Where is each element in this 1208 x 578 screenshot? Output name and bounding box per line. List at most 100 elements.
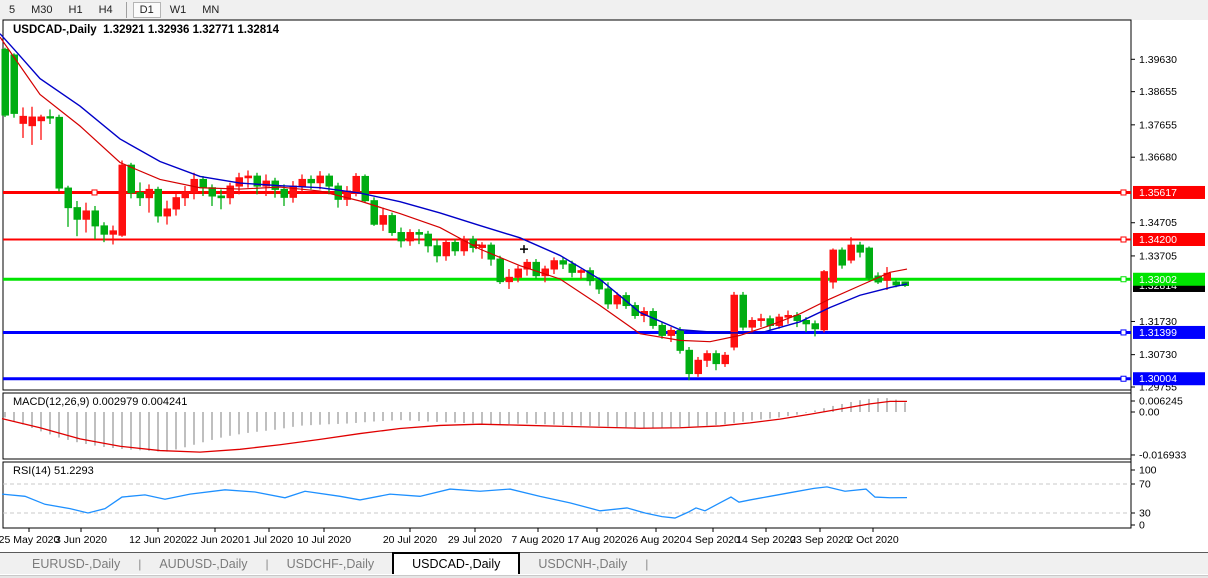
price-level-badge-text: 1.31399 <box>1139 327 1177 339</box>
price-level-badge-text: 1.33002 <box>1139 274 1177 286</box>
candle-body <box>443 242 450 255</box>
candle-body <box>164 209 171 216</box>
candle-body <box>497 259 504 282</box>
candle-body <box>578 271 585 273</box>
line-handle[interactable] <box>92 190 97 195</box>
rsi-axis-label: 0 <box>1139 520 1145 532</box>
macd-axis-label: -0.016933 <box>1139 449 1186 461</box>
line-handle[interactable] <box>1121 190 1126 195</box>
candle-body <box>92 211 99 226</box>
candle-body <box>317 176 324 183</box>
candle-body <box>227 186 234 198</box>
candle-body <box>614 296 621 304</box>
candle-body <box>38 117 45 121</box>
candle-body <box>398 233 405 241</box>
tab-eurusd[interactable]: EURUSD-,Daily <box>14 553 138 574</box>
candle-body <box>407 233 414 241</box>
chart-quote-values: 1.32921 1.32936 1.32771 1.32814 <box>103 24 279 36</box>
rsi-axis-label: 30 <box>1139 508 1151 520</box>
candle-body <box>686 350 693 373</box>
candle-body <box>740 295 747 327</box>
date-axis-label: 23 Sep 2020 <box>790 534 850 546</box>
price-axis-label: 1.33705 <box>1139 250 1177 262</box>
candle-body <box>119 165 126 235</box>
tab-usdchf[interactable]: USDCHF-,Daily <box>269 553 393 574</box>
date-axis-label: 12 Jun 2020 <box>129 534 187 546</box>
date-axis-label: 2 Oct 2020 <box>847 534 899 546</box>
price-axis-label: 1.37655 <box>1139 119 1177 131</box>
tab-usdcad[interactable]: USDCAD-,Daily <box>392 552 520 574</box>
candle-body <box>452 242 459 250</box>
candle-body <box>812 324 819 329</box>
candle-body <box>173 198 180 209</box>
chart-canvas[interactable]: 1.396301.386551.376551.366801.347051.337… <box>0 0 1208 552</box>
candle-body <box>155 189 162 216</box>
candle-body <box>308 179 315 182</box>
candle-body <box>65 188 72 208</box>
candle-body <box>722 355 729 363</box>
candle-body <box>29 117 36 126</box>
price-axis-label: 1.34705 <box>1139 217 1177 229</box>
line-handle[interactable] <box>1121 277 1126 282</box>
candle-body <box>20 116 27 123</box>
tab-divider: | <box>645 553 648 574</box>
candle-body <box>668 330 675 335</box>
candle-body <box>659 325 666 335</box>
candle-body <box>56 117 63 188</box>
candle-body <box>830 250 837 282</box>
macd-value-signal: 0.004241 <box>141 396 187 408</box>
candle-body <box>551 261 558 269</box>
candle-body <box>839 250 846 265</box>
date-axis-label: 25 May 2020 <box>0 534 60 546</box>
candle-body <box>299 179 306 186</box>
candle-body <box>569 264 576 272</box>
candle-body <box>533 262 540 275</box>
candle-body <box>74 208 81 220</box>
candle-body <box>731 295 738 347</box>
macd-indicator-label: MACD(12,26,9) 0.002979 0.004241 <box>13 396 187 408</box>
macd-value-main: 0.002979 <box>92 396 138 408</box>
rsi-value: 51.2293 <box>54 465 94 477</box>
candle-body <box>848 245 855 260</box>
date-axis-label: 7 Aug 2020 <box>511 534 564 546</box>
candle-body <box>245 176 252 178</box>
line-handle[interactable] <box>1121 330 1126 335</box>
price-axis-label: 1.38655 <box>1139 86 1177 98</box>
candle-body <box>11 55 18 113</box>
candle-body <box>362 176 369 200</box>
price-axis-label: 1.30730 <box>1139 349 1177 361</box>
candle-body <box>200 179 207 187</box>
candle-body <box>893 282 900 285</box>
candle-body <box>695 360 702 373</box>
candle-body <box>515 269 522 277</box>
date-axis-label: 20 Jul 2020 <box>383 534 437 546</box>
candle-body <box>380 216 387 225</box>
candle-body <box>281 189 288 197</box>
tab-audusd[interactable]: AUDUSD-,Daily <box>141 553 265 574</box>
symbol-tab-bar: EURUSD-,Daily|AUDUSD-,Daily|USDCHF-,Dail… <box>0 552 1208 574</box>
terminal-window: 5M30H1H4D1W1MN 1.396301.386551.376551.36… <box>0 0 1208 578</box>
line-handle[interactable] <box>1121 376 1126 381</box>
date-axis-label: 22 Jun 2020 <box>186 534 244 546</box>
rsi-axis-label: 100 <box>1139 465 1157 477</box>
tab-usdcnh[interactable]: USDCNH-,Daily <box>520 553 645 574</box>
macd-axis-label: 0.00 <box>1139 407 1160 419</box>
candle-body <box>47 117 54 118</box>
candle-body <box>416 233 423 235</box>
chart-title: USDCAD-,Daily 1.32921 1.32936 1.32771 1.… <box>13 24 279 36</box>
candle-body <box>101 226 108 234</box>
candle-body <box>2 49 9 115</box>
price-level-badge-text: 1.30004 <box>1139 373 1177 385</box>
line-handle[interactable] <box>1121 237 1126 242</box>
price-axis-label: 1.39630 <box>1139 54 1177 66</box>
rsi-name: RSI(14) <box>13 465 51 477</box>
date-axis-label: 3 Jun 2020 <box>55 534 107 546</box>
candle-body <box>128 165 135 193</box>
chart-symbol-label: USDCAD-,Daily <box>13 24 97 36</box>
candle-body <box>209 188 216 196</box>
candle-body <box>749 320 756 327</box>
date-axis-label: 17 Aug 2020 <box>568 534 627 546</box>
candle-body <box>425 234 432 246</box>
date-axis-label: 26 Aug 2020 <box>627 534 686 546</box>
rsi-axis-label: 70 <box>1139 479 1151 491</box>
